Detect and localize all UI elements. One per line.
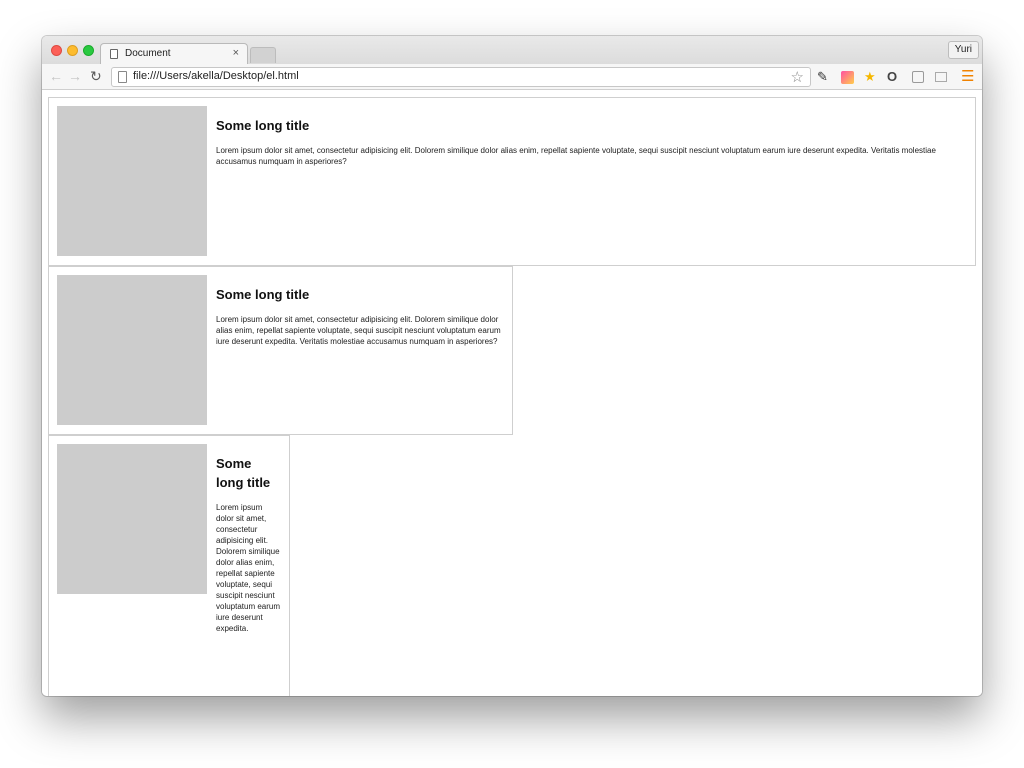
browser-window: Document × Yuri ← → ↻ file:///Users/akel…	[42, 36, 982, 696]
card-medium: Some long title Lorem ipsum dolor sit am…	[48, 266, 513, 435]
tab-document[interactable]: Document ×	[100, 43, 248, 65]
opera-extension-icon[interactable]: O	[887, 69, 897, 85]
back-arrow-icon[interactable]: ←	[49, 68, 63, 84]
card-image	[57, 106, 207, 256]
card-wide: Some long title Lorem ipsum dolor sit am…	[48, 97, 976, 266]
square-extension-icon[interactable]	[912, 71, 924, 83]
maximize-window-icon[interactable]	[83, 45, 94, 56]
card-title: Some long title	[216, 287, 310, 302]
close-window-icon[interactable]	[51, 45, 62, 56]
tab-strip: Document × Yuri	[42, 36, 982, 65]
hamburger-menu-icon[interactable]: ☰	[961, 69, 974, 85]
address-bar[interactable]: file:///Users/akella/Desktop/el.html ☆	[111, 67, 811, 87]
card-text: Lorem ipsum dolor sit amet, consectetur …	[216, 315, 501, 346]
document-icon	[110, 49, 118, 59]
cast-extension-icon[interactable]	[935, 72, 947, 82]
card-title: Some long title	[216, 456, 271, 490]
page-icon	[118, 71, 127, 83]
profile-button[interactable]: Yuri	[947, 41, 979, 59]
color-extension-icon[interactable]	[841, 71, 854, 84]
tab-title: Document	[125, 48, 171, 59]
reload-icon[interactable]: ↻	[90, 68, 102, 84]
card-body: Some long title Lorem ipsum dolor sit am…	[216, 454, 281, 634]
card-image	[57, 275, 207, 425]
card-body: Some long title Lorem ipsum dolor sit am…	[216, 116, 967, 167]
url-text[interactable]: file:///Users/akella/Desktop/el.html	[133, 70, 299, 82]
tab-close-icon[interactable]: ×	[233, 47, 239, 59]
pen-extension-icon[interactable]: ✎	[817, 69, 828, 85]
card-text: Lorem ipsum dolor sit amet, consectetur …	[216, 146, 936, 166]
star-extension-icon[interactable]: ★	[864, 69, 876, 85]
star-outline-icon[interactable]: ☆	[791, 68, 804, 86]
card-narrow: Some long title Lorem ipsum dolor sit am…	[48, 435, 290, 696]
card-body: Some long title Lorem ipsum dolor sit am…	[216, 285, 504, 347]
new-tab-button[interactable]	[250, 47, 276, 63]
card-image	[57, 444, 207, 594]
card-title: Some long title	[216, 118, 310, 133]
forward-arrow-icon[interactable]: →	[68, 68, 82, 84]
page-viewport: Some long title Lorem ipsum dolor sit am…	[42, 90, 982, 696]
card-text: Lorem ipsum dolor sit amet, consectetur …	[216, 503, 281, 633]
minimize-window-icon[interactable]	[67, 45, 78, 56]
